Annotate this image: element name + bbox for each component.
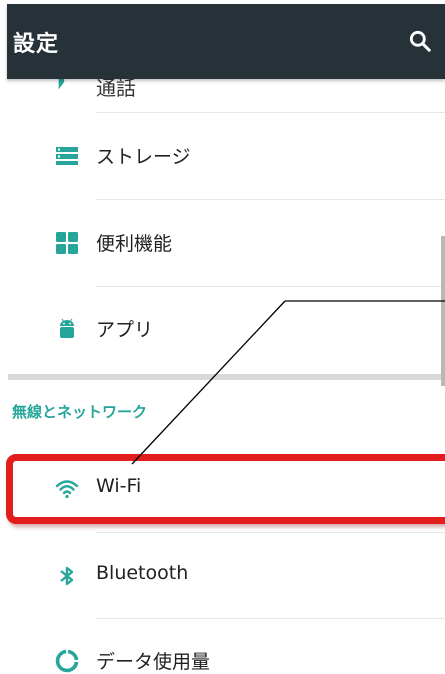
bluetooth-icon [60,566,74,586]
section-divider [8,374,445,380]
settings-item-data-usage[interactable]: データ使用量 [0,618,445,674]
section-header-wireless: 無線とネットワーク [12,403,148,421]
settings-item-wifi[interactable]: Wi-Fi [0,446,445,532]
data-usage-icon [55,649,79,673]
search-icon[interactable] [407,28,433,54]
app-bar: 設定 [7,4,445,79]
settings-item-label: データ使用量 [96,651,211,673]
settings-item-label: ストレージ [96,146,191,168]
settings-item-label: アプリ [96,319,154,341]
settings-item-apps[interactable]: アプリ [0,286,445,372]
settings-item-label: Wi-Fi [96,475,142,497]
settings-item-label: Bluetooth [96,562,189,584]
settings-item-storage[interactable]: ストレージ [0,113,445,199]
settings-item-features[interactable]: 便利機能 [0,200,445,286]
settings-item-bluetooth[interactable]: Bluetooth [0,533,445,619]
android-icon [60,318,74,338]
wifi-icon [55,480,79,499]
settings-screen: 通話 設定 ストレージ 便利機能 アプリ 無線とネットワーク Wi-Fi Blu… [0,0,445,674]
storage-icon [56,147,78,165]
apps-grid-icon [56,232,78,254]
scrollbar[interactable] [441,236,445,386]
settings-item-label: 便利機能 [96,233,173,255]
page-title: 設定 [13,31,60,57]
